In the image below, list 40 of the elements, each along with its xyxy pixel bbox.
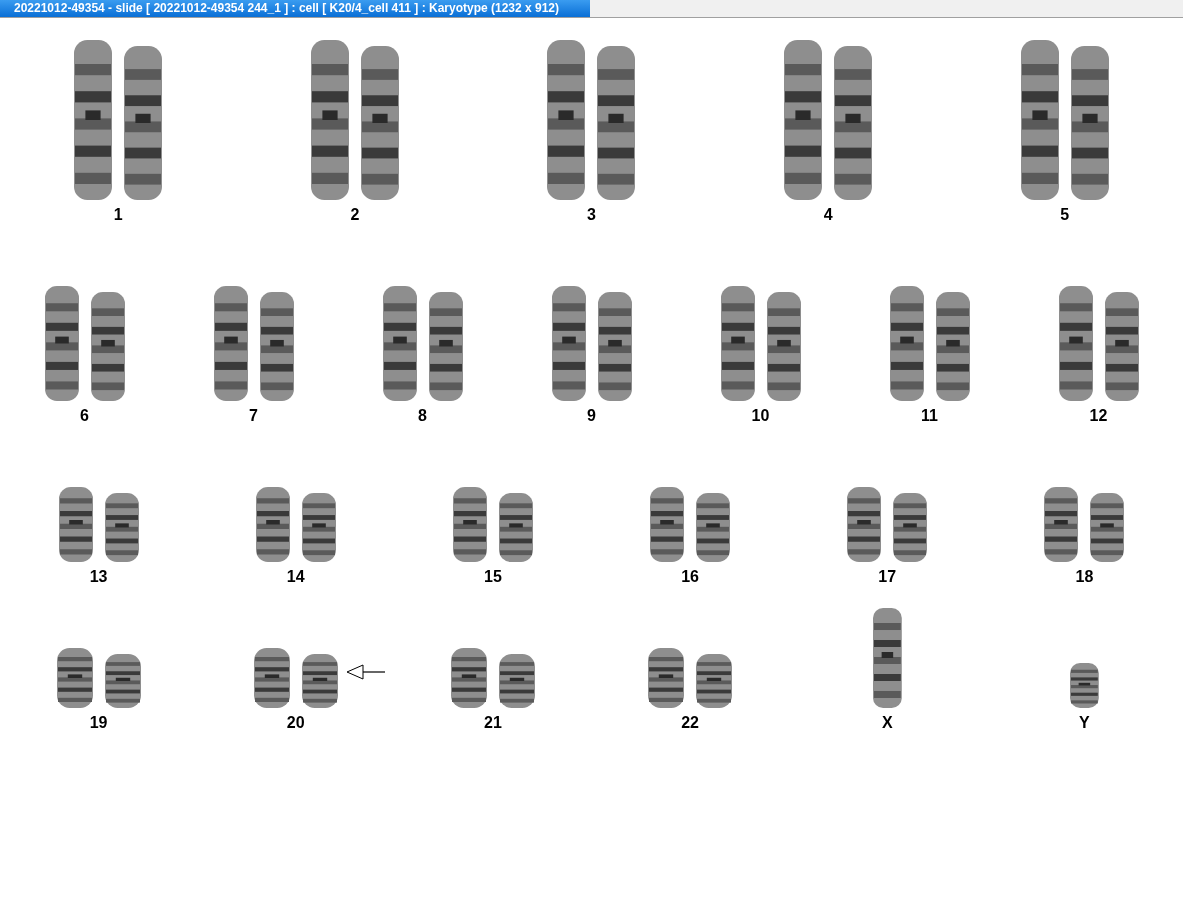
chromosome-label: 10 — [751, 407, 770, 425]
chromosome-drawing — [893, 493, 928, 562]
chromosome-label: 18 — [1075, 568, 1094, 586]
chromosome-drawing — [498, 493, 533, 562]
chromosome-label: 3 — [587, 206, 596, 224]
chromosome-label: X — [881, 714, 893, 732]
chromosome-label: 4 — [823, 206, 833, 224]
window-title: 20221012-49354 - slide [ 20221012-49354 244_1 ] : cell [ K20/4_cell 411 ] : Karyotype (1232 x 912) — [0, 0, 590, 17]
chromosome-label: 9 — [587, 407, 596, 425]
chromosome-label: 22 — [681, 714, 699, 732]
chromosome-drawing — [648, 648, 685, 708]
chromosome-label: 15 — [484, 568, 502, 586]
chromosome-label: 6 — [80, 407, 89, 425]
chromosome-label: 13 — [89, 568, 108, 586]
chromosome-label: 16 — [681, 568, 699, 586]
chromosome-label: 12 — [1089, 407, 1108, 425]
chromosome-drawing — [1070, 663, 1099, 708]
chromosome-label: Y — [1079, 714, 1090, 732]
chromosome-label: 21 — [484, 714, 502, 732]
chromosome-drawing — [104, 654, 141, 708]
chromosome-drawing — [253, 648, 290, 708]
chromosome-label: 11 — [921, 407, 938, 425]
chromosome-drawing — [498, 654, 535, 708]
chromosome-drawing — [104, 493, 139, 562]
chromosome-drawing — [301, 654, 338, 708]
chromosome-label: 7 — [249, 407, 258, 425]
chromosome-label: 17 — [878, 568, 897, 586]
chromosome-drawing — [450, 648, 487, 708]
chromosome-label: 8 — [418, 407, 427, 425]
chromosome-label: 2 — [350, 206, 360, 224]
chromosome-drawing — [1090, 493, 1125, 562]
chromosome-label: 20 — [286, 714, 305, 732]
chromosome-drawing — [301, 493, 336, 562]
chromosome-drawing — [696, 654, 733, 708]
chromosome-label: 19 — [89, 714, 108, 732]
chromosome-drawing — [56, 648, 93, 708]
chromosome-label: 5 — [1060, 206, 1070, 224]
chromosome-label: 14 — [286, 568, 305, 586]
chromosome-label: 1 — [113, 206, 123, 224]
chromosome-drawing — [696, 493, 731, 562]
